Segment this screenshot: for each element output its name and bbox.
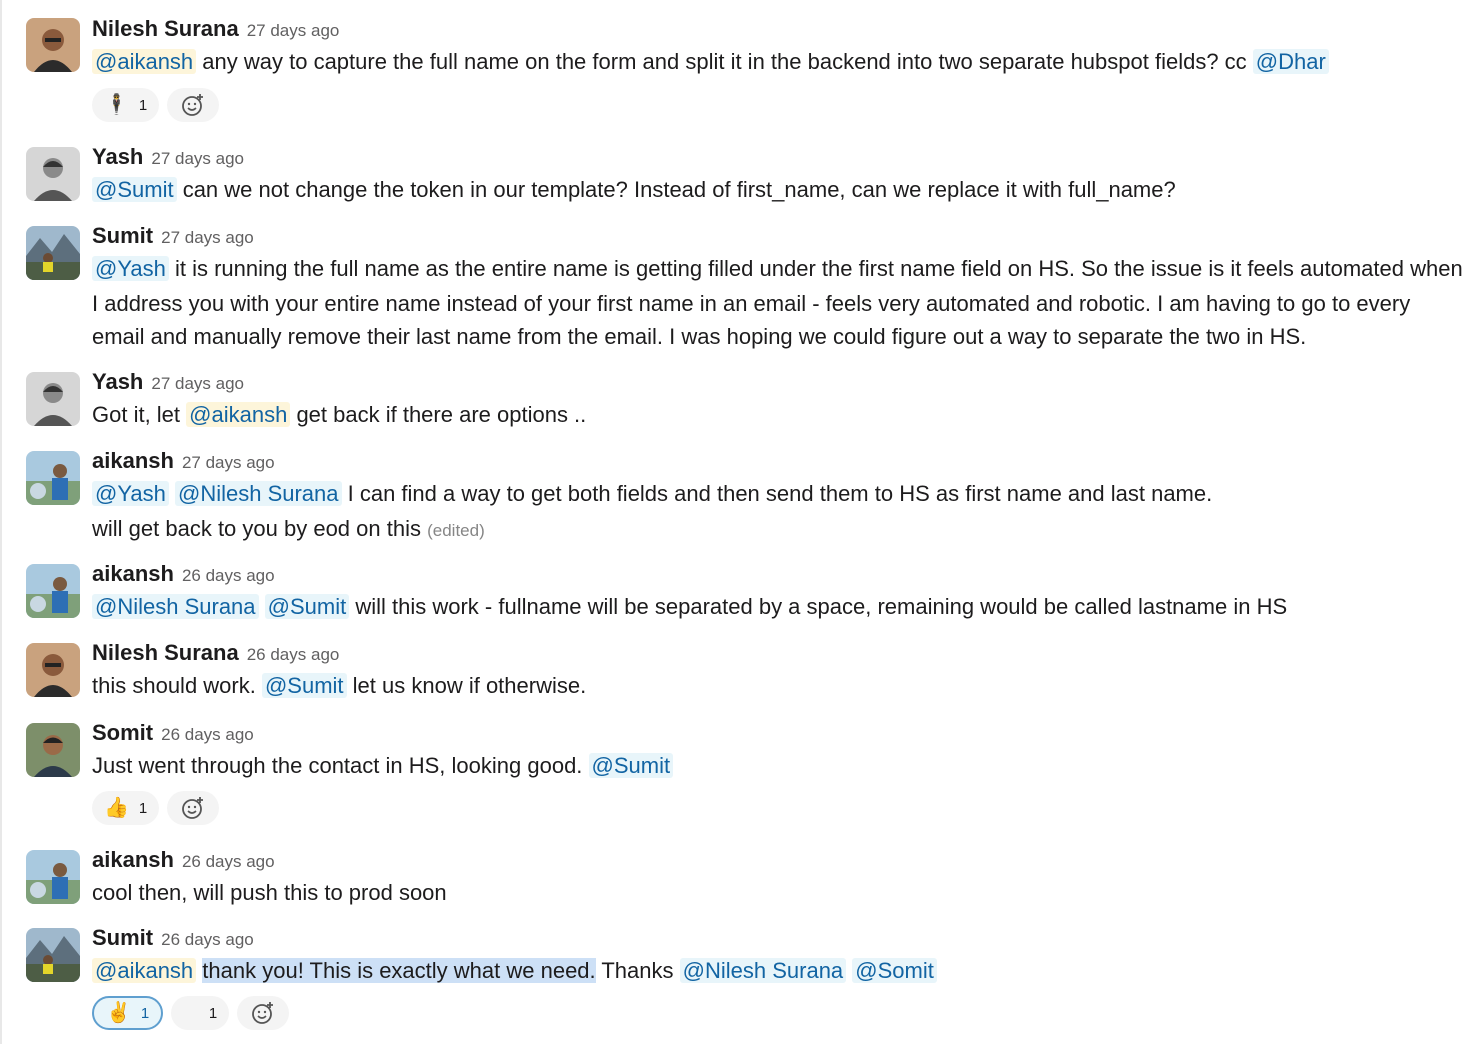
- mention[interactable]: @Somit: [852, 958, 937, 983]
- message-text: @Nilesh Surana @Sumit will this work - f…: [92, 594, 1287, 620]
- message-text: will get back to you by eod on this (edi…: [92, 516, 485, 541]
- mention[interactable]: @Sumit: [588, 753, 674, 778]
- add-reaction-button[interactable]: [167, 791, 220, 825]
- message-text: I address you with your entire name inst…: [92, 291, 1411, 316]
- avatar[interactable]: [26, 564, 80, 618]
- avatar[interactable]: [26, 643, 80, 697]
- add-reaction-button[interactable]: [237, 996, 290, 1030]
- author-name[interactable]: Somit: [92, 720, 153, 745]
- reaction-pill[interactable]: 👍 1: [92, 791, 160, 825]
- mention[interactable]: @Sumit: [261, 673, 347, 698]
- add-emoji-icon: [182, 94, 204, 116]
- timestamp[interactable]: 26 days ago: [161, 725, 254, 744]
- timestamp[interactable]: 26 days ago: [247, 645, 340, 664]
- timestamp[interactable]: 27 days ago: [151, 374, 244, 393]
- mention[interactable]: @Dhar: [1252, 49, 1329, 74]
- author-name[interactable]: Sumit: [92, 925, 153, 950]
- add-reaction-button[interactable]: [167, 88, 220, 122]
- mention[interactable]: @Yash: [92, 256, 169, 281]
- timestamp[interactable]: 26 days ago: [182, 566, 275, 585]
- reaction-pill[interactable]: 1: [171, 996, 230, 1030]
- message-text: this should work. @Sumit let us know if …: [92, 673, 587, 698]
- author-name[interactable]: aikansh: [92, 561, 174, 586]
- mention[interactable]: @Sumit: [92, 177, 177, 202]
- author-name[interactable]: aikansh: [92, 448, 174, 473]
- author-name[interactable]: aikansh: [92, 847, 174, 872]
- avatar[interactable]: [26, 226, 80, 280]
- message-text: @aikansh thank you! This is exactly what…: [92, 958, 937, 984]
- avatar[interactable]: [26, 850, 80, 904]
- victory-hand-icon: ✌️: [106, 1002, 131, 1024]
- mention[interactable]: @aikansh: [186, 402, 291, 427]
- mention[interactable]: @Nilesh Surana: [679, 958, 847, 983]
- mention[interactable]: @Yash: [92, 481, 169, 506]
- message-text: Got it, let @aikansh get back if there a…: [92, 402, 587, 427]
- left-border: [0, 0, 2, 1044]
- avatar[interactable]: [26, 147, 80, 201]
- author-name[interactable]: Yash: [92, 369, 143, 394]
- reaction-pill[interactable]: 🕴 1: [92, 88, 160, 122]
- message-text: email and manually remove their last nam…: [92, 324, 1307, 349]
- timestamp[interactable]: 27 days ago: [161, 228, 254, 247]
- timestamp[interactable]: 26 days ago: [182, 852, 275, 871]
- avatar[interactable]: [26, 372, 80, 426]
- timestamp[interactable]: 27 days ago: [151, 149, 244, 168]
- timestamp[interactable]: 27 days ago: [182, 453, 275, 472]
- author-name[interactable]: Sumit: [92, 223, 153, 248]
- reactions: 🕴 1: [92, 88, 220, 122]
- avatar[interactable]: [26, 723, 80, 777]
- person-emoji-icon: 🕴: [104, 94, 129, 116]
- author-name[interactable]: Nilesh Surana: [92, 16, 239, 41]
- message-text: cool then, will push this to prod soon: [92, 880, 447, 905]
- reactions: 👍 1: [92, 791, 220, 825]
- message-text: @Yash @Nilesh Surana I can find a way to…: [92, 481, 1212, 507]
- avatar[interactable]: [26, 451, 80, 505]
- selected-text[interactable]: thank you! This is exactly what we need.: [202, 958, 596, 983]
- avatar[interactable]: [26, 928, 80, 982]
- author-name[interactable]: Yash: [92, 144, 143, 169]
- message-text: @Sumit can we not change the token in ou…: [92, 177, 1176, 203]
- edited-label: (edited): [427, 521, 485, 540]
- mention[interactable]: @Sumit: [264, 594, 350, 619]
- add-emoji-icon: [252, 1002, 274, 1024]
- mention[interactable]: @Nilesh Surana: [92, 594, 259, 619]
- mention[interactable]: @aikansh: [92, 49, 197, 74]
- timestamp[interactable]: 26 days ago: [161, 930, 254, 949]
- reactions: ✌️ 1 1: [92, 996, 290, 1030]
- author-name[interactable]: Nilesh Surana: [92, 640, 239, 665]
- avatar[interactable]: [26, 18, 80, 72]
- message-text: @Yash it is running the full name as the…: [92, 256, 1463, 282]
- message-text: @aikansh any way to capture the full nam…: [92, 49, 1329, 75]
- message-text: Just went through the contact in HS, loo…: [92, 753, 674, 779]
- add-emoji-icon: [182, 797, 204, 819]
- timestamp[interactable]: 27 days ago: [247, 21, 340, 40]
- reaction-pill[interactable]: ✌️ 1: [92, 996, 164, 1030]
- mention[interactable]: @Nilesh Surana: [174, 481, 342, 506]
- thumbs-up-icon: 👍: [104, 797, 129, 819]
- mention[interactable]: @aikansh: [92, 958, 197, 983]
